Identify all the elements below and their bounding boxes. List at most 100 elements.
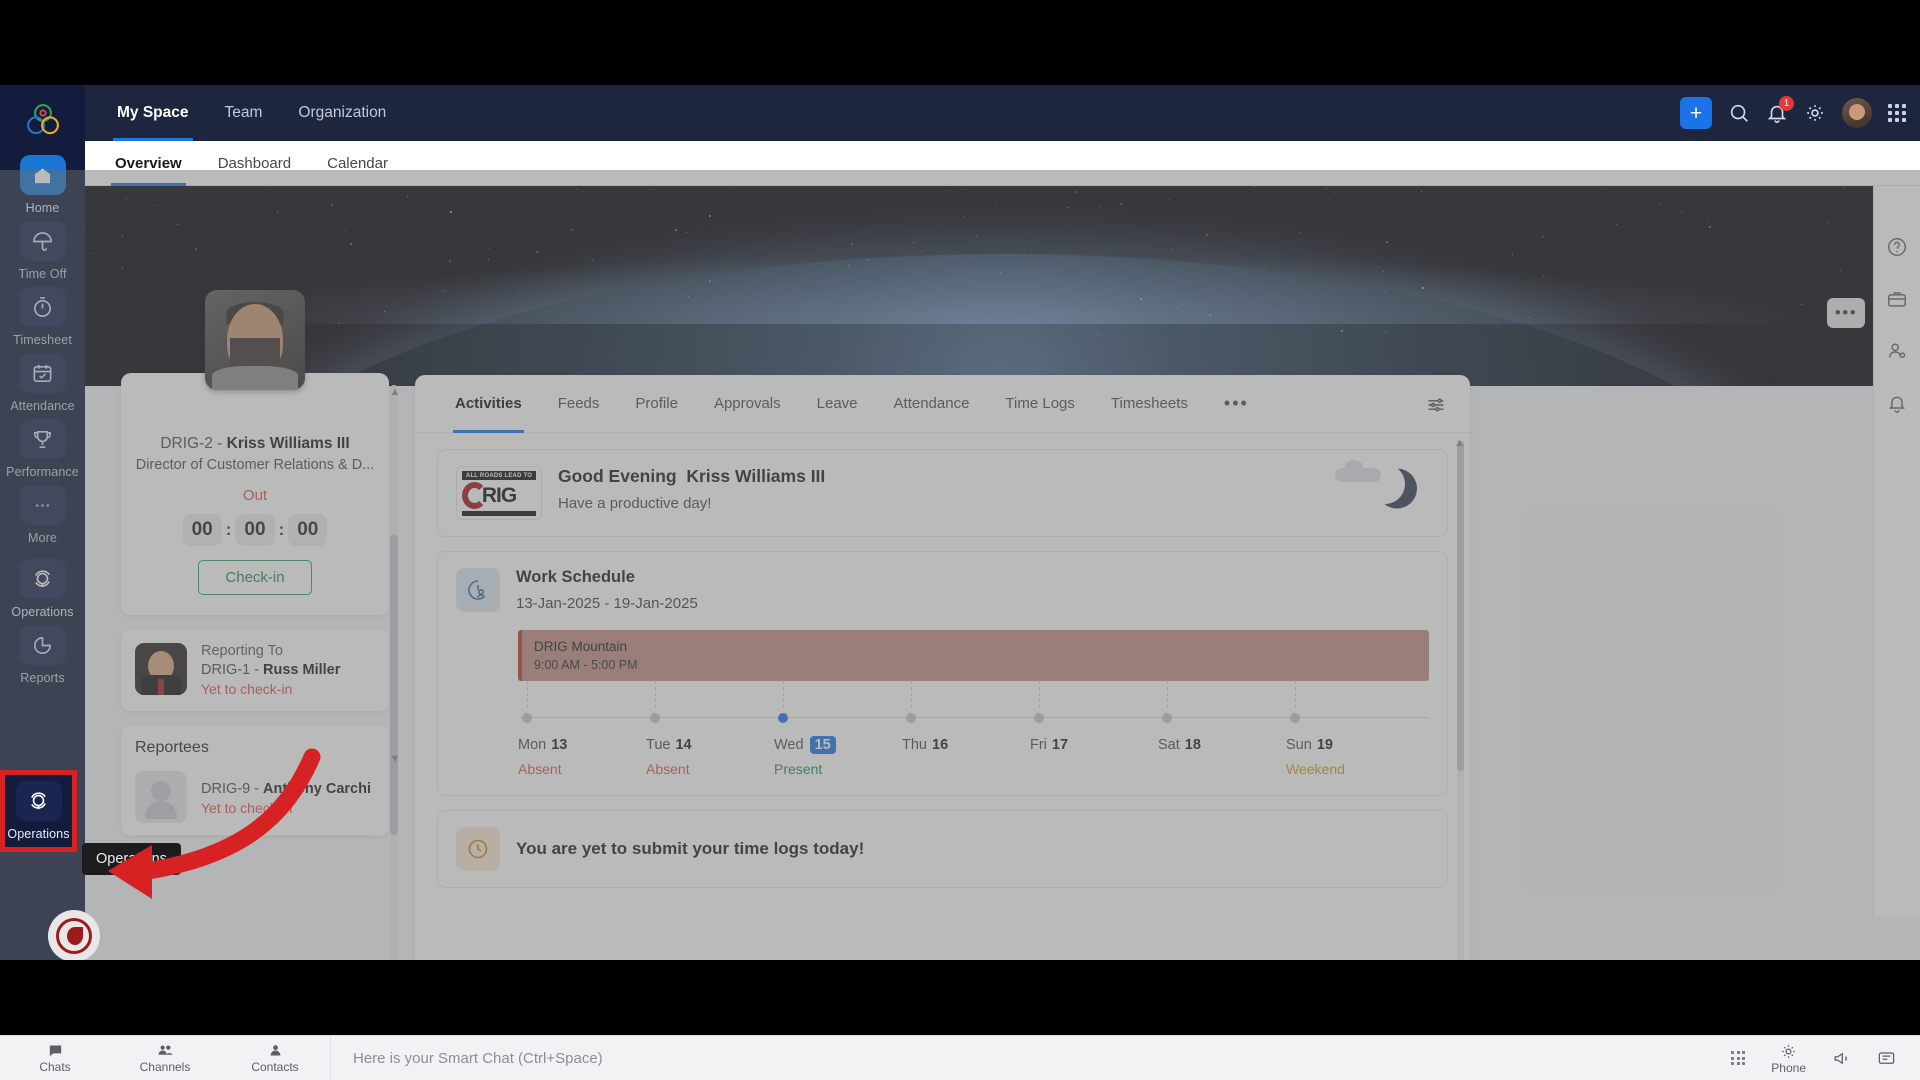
- phone-button[interactable]: Phone: [1771, 1042, 1806, 1075]
- reportees-card: Reportees DRIG-9 - Anthony Carchi Yet to…: [121, 725, 389, 836]
- greeting-line: Good Evening Kriss Williams III: [558, 466, 825, 487]
- day-num-sun: 19: [1317, 737, 1333, 753]
- tab-calendar[interactable]: Calendar: [311, 141, 404, 186]
- briefcase-icon[interactable]: [1886, 288, 1908, 310]
- avatar[interactable]: [1842, 98, 1872, 128]
- sidebar-label-home: Home: [26, 201, 60, 215]
- drig-logo-tagline: ALL ROADS LEAD TO: [462, 471, 536, 480]
- sidebar-item-attendance[interactable]: Attendance: [0, 353, 85, 413]
- check-in-button[interactable]: Check-in: [198, 560, 312, 595]
- reportee-employee-id: DRIG-9 -: [201, 781, 263, 797]
- drig-brand-badge[interactable]: [48, 910, 100, 960]
- reporting-to-card[interactable]: Reporting To DRIG-1 - Russ Miller Yet to…: [121, 629, 389, 711]
- left-scroll-up-arrow[interactable]: ▲: [388, 385, 402, 399]
- application-window: ••• My Space Team Organization + 1 Overv…: [0, 85, 1920, 960]
- sidebar-item-more[interactable]: More: [0, 485, 85, 545]
- shift-bar[interactable]: DRIG Mountain 9:00 AM - 5:00 PM: [518, 630, 1429, 681]
- stopwatch-icon: [31, 296, 54, 319]
- bottom-label-contacts: Contacts: [251, 1060, 298, 1074]
- sidebar-label-performance: Performance: [6, 465, 79, 479]
- sidebar-item-operations[interactable]: Operations: [0, 559, 85, 619]
- add-button[interactable]: +: [1680, 97, 1712, 129]
- reportee-name: Anthony Carchi: [263, 781, 371, 797]
- topnav-item-my-space[interactable]: My Space: [99, 85, 207, 141]
- list-item[interactable]: DRIG-9 - Anthony Carchi Yet to check-in: [135, 757, 375, 836]
- bottom-item-contacts[interactable]: Contacts: [220, 1042, 330, 1074]
- help-icon[interactable]: [1886, 236, 1908, 258]
- day-num-wed: 15: [810, 736, 836, 754]
- search-icon[interactable]: [1728, 102, 1750, 124]
- tab-time-logs[interactable]: Time Logs: [987, 375, 1092, 433]
- tab-profile[interactable]: Profile: [617, 375, 696, 433]
- megaphone-icon[interactable]: [1832, 1049, 1851, 1068]
- pie-chart-icon: [31, 634, 54, 657]
- day-name-wed: Wed: [774, 737, 804, 753]
- sidebar-item-home[interactable]: Home: [0, 155, 85, 215]
- earth-graphic: [183, 254, 1823, 386]
- profile-employee-id: DRIG-2 -: [160, 435, 226, 452]
- bottom-label-channels: Channels: [140, 1060, 191, 1074]
- tab-leave[interactable]: Leave: [799, 375, 876, 433]
- work-schedule-title: Work Schedule: [516, 568, 698, 587]
- tab-feeds[interactable]: Feeds: [540, 375, 618, 433]
- day-status-tue: Absent: [646, 761, 690, 777]
- sidebar-label-reports: Reports: [20, 671, 64, 685]
- sidebar-item-timesheet[interactable]: Timesheet: [0, 287, 85, 347]
- calendar-check-icon: [31, 362, 54, 385]
- highlighted-sidebar-label-operations: Operations: [7, 827, 69, 841]
- checkin-timer: 00 : 00 : 00: [135, 514, 375, 546]
- bottom-bar: Chats Channels Contacts Here is your Sma…: [0, 1035, 1920, 1080]
- smart-chat-input[interactable]: Here is your Smart Chat (Ctrl+Space): [353, 1050, 603, 1067]
- tab-approvals[interactable]: Approvals: [696, 375, 799, 433]
- tab-overview[interactable]: Overview: [99, 141, 198, 186]
- phone-icon: [1779, 1042, 1798, 1061]
- apps-grid-icon[interactable]: [1888, 104, 1906, 122]
- sub-navigation: Overview Dashboard Calendar: [85, 141, 1920, 186]
- day-name-sun: Sun: [1286, 737, 1312, 753]
- gear-icon[interactable]: [1804, 102, 1826, 124]
- panel-scrollbar[interactable]: [1457, 441, 1464, 960]
- sidebar-label-operations: Operations: [11, 605, 73, 619]
- left-scroll-down-arrow[interactable]: ▼: [388, 752, 402, 766]
- profile-photo[interactable]: [205, 290, 305, 390]
- bottom-divider: [330, 1036, 331, 1080]
- right-sidebar: [1873, 186, 1920, 916]
- notifications-button[interactable]: 1: [1766, 102, 1788, 124]
- week-timeline: Mon 13 Absent Tue 14 Absent Wed 15 Present: [518, 681, 1429, 779]
- tooltip-operations: Operations: [82, 843, 181, 875]
- day-num-tue: 14: [675, 737, 691, 753]
- greeting-salutation: Good Evening: [558, 466, 677, 486]
- apps-grid-icon[interactable]: [1731, 1051, 1745, 1065]
- topnav-item-organization[interactable]: Organization: [280, 85, 404, 141]
- sidebar-item-time-off[interactable]: Time Off: [0, 221, 85, 281]
- day-name-thu: Thu: [902, 737, 927, 753]
- tab-activities[interactable]: Activities: [437, 375, 540, 433]
- bell-alert-icon[interactable]: [1886, 392, 1908, 414]
- sidebar-item-performance[interactable]: Performance: [0, 419, 85, 479]
- greeting-subtitle: Have a productive day!: [558, 495, 825, 512]
- tab-attendance[interactable]: Attendance: [876, 375, 988, 433]
- bottom-item-chats[interactable]: Chats: [0, 1042, 110, 1074]
- left-column-scrollbar[interactable]: [390, 385, 398, 960]
- banner-more-button[interactable]: •••: [1827, 298, 1865, 328]
- topnav-item-team[interactable]: Team: [207, 85, 281, 141]
- timer-minutes: 00: [235, 514, 274, 546]
- sidebar-label-attendance: Attendance: [10, 399, 74, 413]
- panel-scroll-up-arrow[interactable]: ▲: [1454, 437, 1465, 449]
- tab-timesheets[interactable]: Timesheets: [1093, 375, 1206, 433]
- sidebar-item-reports[interactable]: Reports: [0, 625, 85, 685]
- filter-settings-icon[interactable]: [1426, 395, 1446, 420]
- day-name-mon: Mon: [518, 737, 546, 753]
- tab-dashboard[interactable]: Dashboard: [202, 141, 307, 186]
- day-status-mon: Absent: [518, 761, 562, 777]
- highlighted-sidebar-item-operations[interactable]: Operations: [0, 770, 77, 852]
- tab-overflow-button[interactable]: •••: [1206, 393, 1267, 414]
- user-settings-icon[interactable]: [1886, 340, 1908, 362]
- work-schedule-card: Work Schedule 13-Jan-2025 - 19-Jan-2025 …: [437, 551, 1448, 796]
- top-navigation: My Space Team Organization + 1: [85, 85, 1920, 141]
- panel-tabs: Activities Feeds Profile Approvals Leave…: [415, 375, 1470, 433]
- chat-panel-icon[interactable]: [1877, 1049, 1896, 1068]
- work-schedule-icon: [456, 568, 500, 612]
- bottom-item-channels[interactable]: Channels: [110, 1042, 220, 1074]
- profile-banner: •••: [85, 186, 1920, 386]
